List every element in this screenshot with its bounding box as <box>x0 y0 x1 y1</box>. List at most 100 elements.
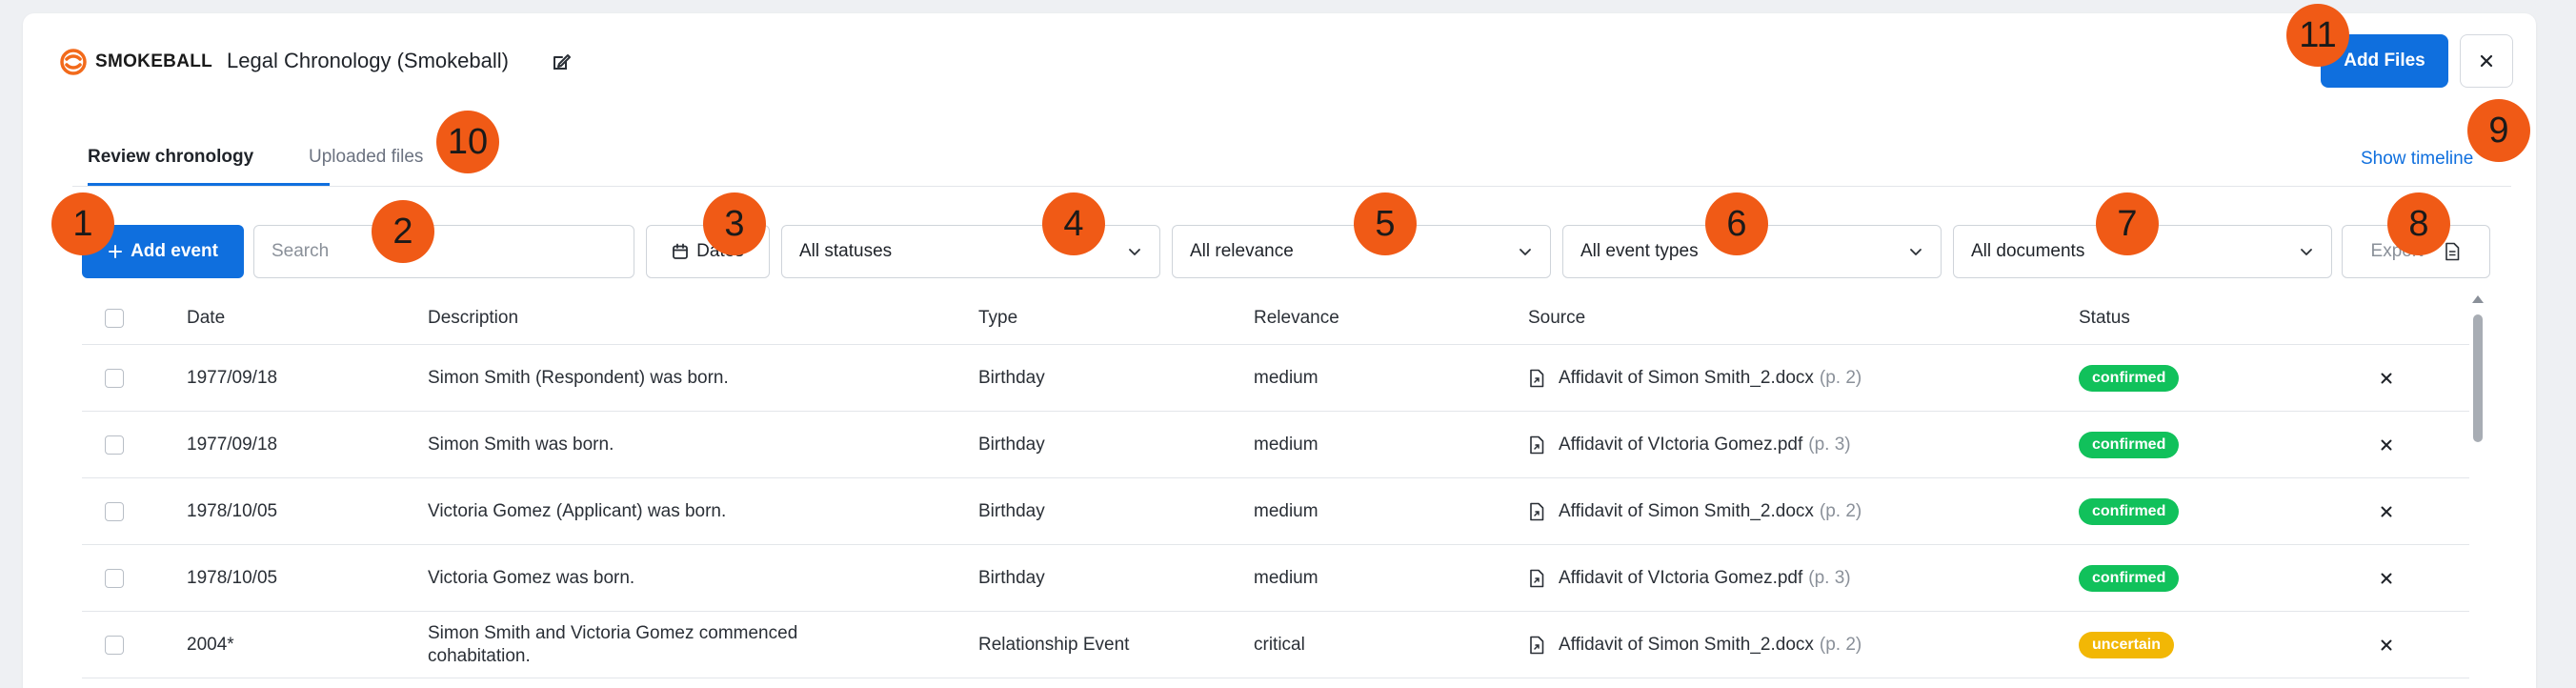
row-source[interactable]: Affidavit of VIctoria Gomez.pdf (p. 3) <box>1528 412 1851 477</box>
status-badge: confirmed <box>2079 497 2180 525</box>
row-checkbox[interactable] <box>105 568 124 588</box>
column-header-status[interactable]: Status <box>2079 292 2130 344</box>
row-description: Simon Smith (Respondent) was born. <box>428 367 729 388</box>
row-select-cell <box>105 412 124 477</box>
close-icon <box>2381 506 2392 516</box>
select-all-checkbox[interactable] <box>105 308 124 328</box>
column-header-relevance[interactable]: Relevance <box>1254 292 1339 344</box>
row-type: Birthday <box>978 434 1045 455</box>
column-header-type[interactable]: Type <box>978 292 1017 344</box>
table-row[interactable]: 1978/10/05 Victoria Gomez (Applicant) wa… <box>82 478 2469 545</box>
row-relevance: medium <box>1254 567 1318 588</box>
row-type: Relationship Event <box>978 634 1130 655</box>
close-icon <box>2381 639 2392 650</box>
row-description: Victoria Gomez (Applicant) was born. <box>428 500 727 521</box>
row-date: 1978/10/05 <box>187 500 278 521</box>
tab-uploaded-files[interactable]: Uploaded files <box>309 145 423 183</box>
row-select-cell <box>105 478 124 544</box>
status-badge: confirmed <box>2079 364 2180 392</box>
smokeball-logo: SMOKEBALL <box>59 46 212 78</box>
edit-icon <box>553 54 571 70</box>
row-relevance: critical <box>1254 634 1305 655</box>
tab-review-chronology[interactable]: Review chronology <box>88 145 330 186</box>
row-status: confirmed <box>2079 545 2180 611</box>
edit-title-button[interactable] <box>547 48 575 76</box>
row-source[interactable]: Affidavit of Simon Smith_2.docx (p. 2) <box>1528 478 1862 544</box>
status-filter-value: All statuses <box>799 241 893 261</box>
row-description: Victoria Gomez was born. <box>428 567 635 588</box>
marker-1: 1 <box>51 192 114 255</box>
row-description: Simon Smith and Victoria Gomez commenced… <box>428 622 798 666</box>
plus-icon <box>109 245 123 258</box>
show-timeline-link[interactable]: Show timeline <box>2361 147 2473 172</box>
close-icon <box>2480 54 2493 68</box>
row-source[interactable]: Affidavit of VIctoria Gomez.pdf (p. 3) <box>1528 545 1851 611</box>
row-checkbox[interactable] <box>105 435 124 455</box>
row-select-cell <box>105 612 124 678</box>
marker-9: 9 <box>2467 99 2530 162</box>
marker-10: 10 <box>436 111 499 173</box>
document-filter-value: All documents <box>1971 241 2085 261</box>
marker-7: 7 <box>2096 192 2159 255</box>
row-checkbox[interactable] <box>105 501 124 521</box>
row-type: Birthday <box>978 567 1045 588</box>
table-row[interactable]: 1978/10/05 Victoria Gomez was born. Birt… <box>82 545 2469 612</box>
row-checkbox[interactable] <box>105 368 124 388</box>
row-source[interactable]: Affidavit of Simon Smith_2.docx (p. 2) <box>1528 612 1862 678</box>
close-icon <box>2381 573 2392 583</box>
row-delete-cell <box>2376 612 2397 678</box>
row-date: 1977/09/18 <box>187 367 278 388</box>
scrollbar-thumb[interactable] <box>2473 314 2483 442</box>
row-type: Birthday <box>978 367 1045 388</box>
marker-4: 4 <box>1042 192 1105 255</box>
page-title: Legal Chronology (Smokeball) <box>227 49 509 72</box>
row-delete-cell <box>2376 478 2397 544</box>
row-select-cell <box>105 545 124 611</box>
row-checkbox[interactable] <box>105 635 124 655</box>
row-relevance: medium <box>1254 500 1318 521</box>
marker-5: 5 <box>1354 192 1417 255</box>
source-filename: Affidavit of Simon Smith_2.docx <box>1559 634 1814 655</box>
document-link-icon <box>1530 369 1544 387</box>
marker-8: 8 <box>2387 192 2450 255</box>
source-page: (p. 2) <box>1819 634 1862 655</box>
close-button[interactable] <box>2460 34 2513 88</box>
table-row[interactable]: 1977/09/18 Simon Smith was born. Birthda… <box>82 412 2469 478</box>
row-source[interactable]: Affidavit of Simon Smith_2.docx (p. 2) <box>1528 345 1862 411</box>
file-icon <box>2445 242 2460 261</box>
delete-row-button[interactable] <box>2376 435 2397 455</box>
delete-row-button[interactable] <box>2376 635 2397 656</box>
row-status: uncertain <box>2079 612 2175 678</box>
table-row[interactable]: 2004* Simon Smith and Victoria Gomez com… <box>82 612 2469 678</box>
column-header-description[interactable]: Description <box>428 292 961 344</box>
row-date: 1978/10/05 <box>187 567 278 588</box>
document-link-icon <box>1530 502 1544 520</box>
source-page: (p. 3) <box>1808 567 1851 588</box>
table-header: Date Description Type Relevance Source S… <box>82 292 2469 345</box>
delete-row-button[interactable] <box>2376 501 2397 522</box>
row-type: Birthday <box>978 500 1045 521</box>
source-filename: Affidavit of Simon Smith_2.docx <box>1559 367 1814 388</box>
row-date: 1977/09/18 <box>187 434 278 455</box>
row-relevance: medium <box>1254 434 1318 455</box>
event-type-filter-value: All event types <box>1580 241 1699 261</box>
source-page: (p. 2) <box>1819 500 1862 521</box>
search-input[interactable] <box>253 225 634 278</box>
source-filename: Affidavit of VIctoria Gomez.pdf <box>1559 567 1803 588</box>
row-status: confirmed <box>2079 412 2180 477</box>
delete-row-button[interactable] <box>2376 368 2397 389</box>
delete-row-button[interactable] <box>2376 568 2397 589</box>
column-header-source[interactable]: Source <box>1528 292 1585 344</box>
table-scrollbar[interactable] <box>2471 295 2485 688</box>
document-link-icon <box>1530 636 1544 654</box>
status-badge: uncertain <box>2079 631 2175 658</box>
source-page: (p. 2) <box>1819 367 1862 388</box>
scroll-up-arrow-icon[interactable] <box>2472 295 2484 303</box>
chevron-down-icon <box>1519 249 1531 255</box>
row-date: 2004* <box>187 634 234 655</box>
row-delete-cell <box>2376 545 2397 611</box>
status-badge: confirmed <box>2079 431 2180 458</box>
column-header-date[interactable]: Date <box>187 292 225 344</box>
marker-6: 6 <box>1705 192 1768 255</box>
table-row[interactable]: 1977/09/18 Simon Smith (Respondent) was … <box>82 345 2469 412</box>
